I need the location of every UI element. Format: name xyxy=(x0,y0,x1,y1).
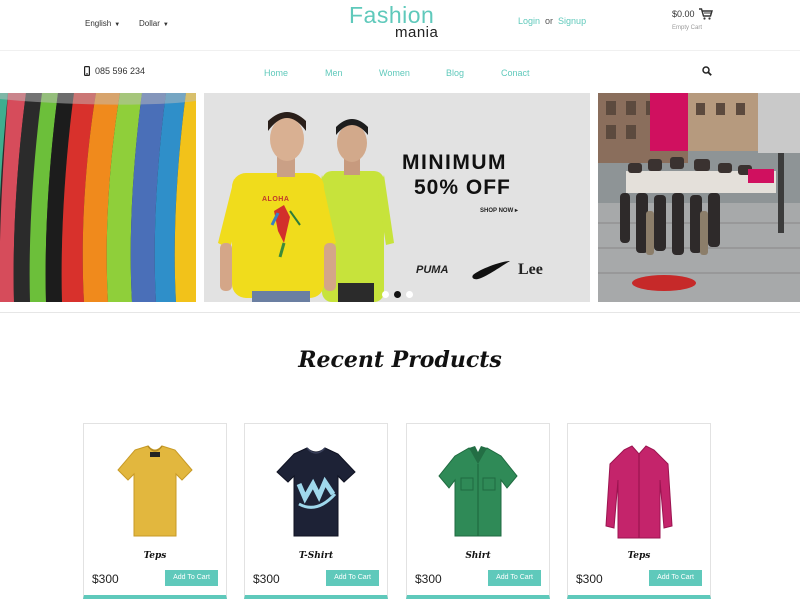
product-name: Shirt xyxy=(465,551,491,561)
caret-down-icon: ▼ xyxy=(162,22,169,28)
logo-text-mania: mania xyxy=(395,24,439,41)
language-label: English xyxy=(85,19,112,28)
brand-logo-puma: PUMA xyxy=(416,264,449,276)
product-name: Teps xyxy=(627,551,651,561)
product-price: $300 xyxy=(92,572,119,586)
product-card[interactable]: Shirt $300 Add To Cart xyxy=(406,423,550,599)
nav-men[interactable]: Men xyxy=(325,68,343,78)
phone-contact: 085 596 234 xyxy=(84,66,146,77)
add-to-cart-button[interactable]: Add To Cart xyxy=(488,570,541,586)
slider-dots xyxy=(382,285,418,302)
product-name: Teps xyxy=(143,551,167,561)
product-price: $300 xyxy=(576,572,603,586)
add-to-cart-button[interactable]: Add To Cart xyxy=(326,570,379,586)
nav-women[interactable]: Women xyxy=(379,68,410,78)
language-selector[interactable]: English ▼ xyxy=(85,19,120,28)
cart-status: Empty Cart xyxy=(672,25,703,31)
slider-dot-1[interactable] xyxy=(382,291,389,298)
cart-widget[interactable]: $0.00 Empty Cart xyxy=(672,8,732,31)
add-to-cart-button[interactable]: Add To Cart xyxy=(165,570,218,586)
product-name: T-Shirt xyxy=(298,551,334,561)
promo-banner-slide[interactable]: MINIMUM 50% OFF SHOP NOW ▸ ALOHA PUMA Le… xyxy=(204,93,590,302)
currency-label: Dollar xyxy=(139,19,160,28)
promo-headline-minimum: MINIMUM xyxy=(402,151,507,174)
nav-blog[interactable]: Blog xyxy=(446,68,464,78)
product-image-cardigan xyxy=(605,445,673,539)
product-price: $300 xyxy=(253,572,280,586)
nav-home[interactable]: Home xyxy=(264,68,288,78)
mobile-phone-icon xyxy=(84,66,91,77)
section-divider xyxy=(0,312,800,313)
promo-headline-discount: 50% OFF xyxy=(414,176,511,199)
phone-number: 085 596 234 xyxy=(95,66,146,76)
search-icon[interactable] xyxy=(702,66,712,76)
product-card[interactable]: Teps $300 Add To Cart xyxy=(567,423,711,599)
currency-selector[interactable]: Dollar ▼ xyxy=(139,19,169,28)
product-image-top xyxy=(117,445,193,537)
brand-logo-lee: Lee xyxy=(518,261,543,278)
slider-dot-2[interactable] xyxy=(394,291,401,298)
or-text: or xyxy=(545,16,554,26)
colorful-shirts-image xyxy=(0,93,196,302)
slider-dot-3[interactable] xyxy=(406,291,413,298)
product-image-tshirt xyxy=(276,447,356,537)
street-market-image xyxy=(598,93,800,302)
top-bar: English ▼ Dollar ▼ Fashion mania Login or Si… xyxy=(0,0,800,50)
logo-text-fashion: Fashion xyxy=(349,2,435,28)
nav-contact[interactable]: Conact xyxy=(501,68,530,78)
banner-image-market[interactable] xyxy=(598,93,800,302)
site-logo[interactable]: Fashion mania xyxy=(349,2,449,41)
main-nav-bar: 085 596 234 Home Men Women Blog Conact xyxy=(0,50,800,92)
product-price: $300 xyxy=(415,572,442,586)
add-to-cart-button[interactable]: Add To Cart xyxy=(649,570,702,586)
shop-now-link[interactable]: SHOP NOW ▸ xyxy=(480,207,518,214)
recent-products-heading: Recent Products xyxy=(298,347,502,373)
product-card[interactable]: T-Shirt $300 Add To Cart xyxy=(244,423,388,599)
product-image-shirt xyxy=(438,446,518,537)
banner-image-shirts[interactable] xyxy=(0,93,196,302)
shopping-cart-icon xyxy=(699,8,713,20)
signup-link[interactable]: Signup xyxy=(558,16,586,26)
shirt-print-text: ALOHA xyxy=(262,196,290,203)
product-card[interactable]: Teps $300 Add To Cart xyxy=(83,423,227,599)
caret-down-icon: ▼ xyxy=(114,22,121,28)
auth-links: Login or Signup xyxy=(518,16,586,26)
login-link[interactable]: Login xyxy=(518,16,540,26)
